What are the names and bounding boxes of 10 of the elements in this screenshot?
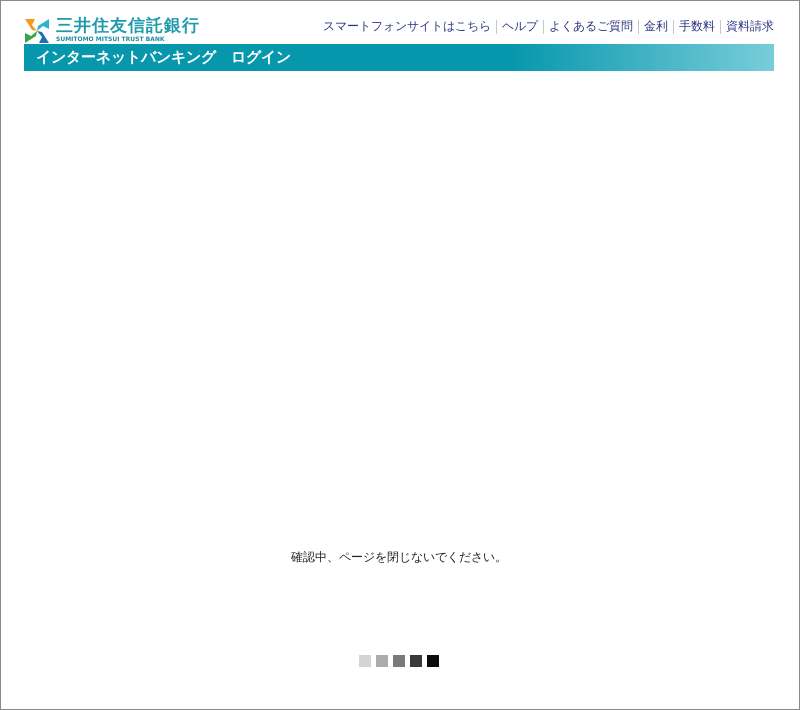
header-link[interactable]: 資料請求 [726, 18, 774, 35]
bank-name: 三井住友信託銀行 [56, 17, 200, 36]
logo-icon [24, 18, 50, 44]
header-link[interactable]: ヘルプ [502, 18, 538, 35]
page-title: インターネットバンキング ログイン [36, 48, 291, 67]
header-link[interactable]: スマートフォンサイトはこちら [323, 18, 491, 35]
header-link[interactable]: よくあるご質問 [549, 18, 633, 35]
header-link[interactable]: 金利 [644, 18, 668, 35]
header-link[interactable]: 手数料 [679, 18, 715, 35]
status-message: 確認中、ページを閉じないでください。 [291, 549, 507, 566]
